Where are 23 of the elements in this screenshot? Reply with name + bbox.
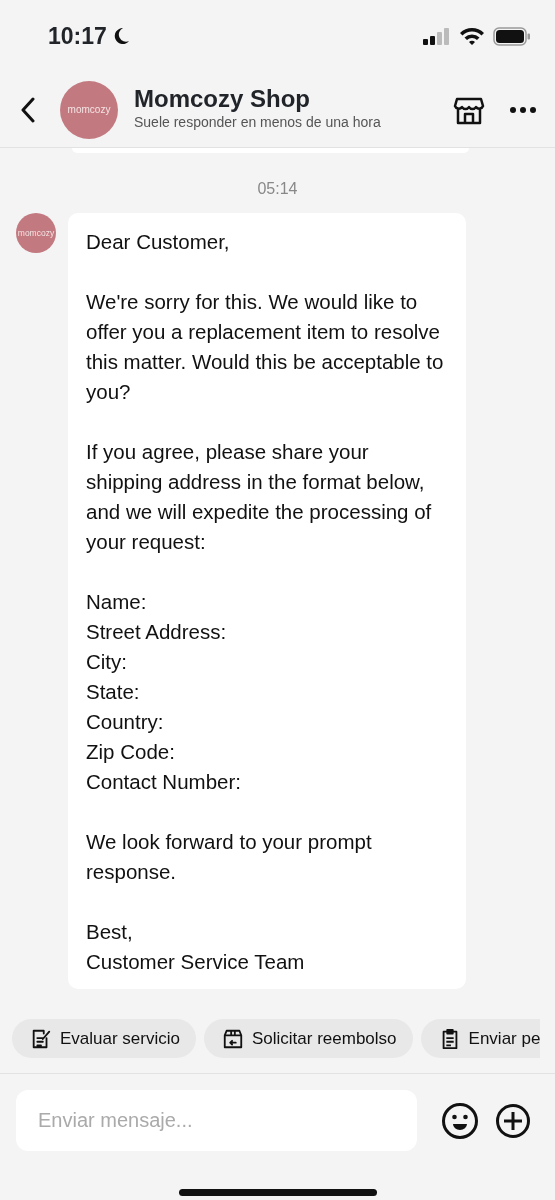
- box-return-icon: [222, 1027, 244, 1050]
- quick-action-chip[interactable]: Evaluar servicio: [12, 1019, 196, 1058]
- message-text: If you agree, please share your shipping address in the format below, and we will expedite the processing of your request:: [86, 439, 433, 555]
- message-text: Dear Customer,: [86, 229, 231, 255]
- message-time: 05:14: [256, 179, 299, 199]
- emoji-icon[interactable]: [441, 1101, 479, 1140]
- more-icon[interactable]: [509, 105, 537, 114]
- message-text: We look forward to your prompt response.: [86, 829, 373, 885]
- message-text: We're sorry for this. We would like to offer you a replacement item to resolve this matter. Would this be acceptable to you?: [86, 289, 445, 405]
- back-button[interactable]: [20, 96, 36, 123]
- edit-note-icon: [30, 1027, 52, 1050]
- quick-action-chip[interactable]: Solicitar reembolso: [204, 1019, 413, 1058]
- wifi-icon: [459, 26, 485, 46]
- battery-icon: [493, 26, 531, 46]
- message-input[interactable]: Enviar mensaje...: [16, 1090, 417, 1151]
- response-time: Suele responder en menos de una hora: [134, 113, 382, 133]
- message-text: Name: Street Address: City: State: Country: Zip Code: Contact Number:: [86, 589, 242, 795]
- status-time: 10:17: [48, 21, 107, 51]
- message-text: Best, Customer Service Team: [86, 919, 306, 975]
- quick-action-chip[interactable]: Enviar pe: [420, 1019, 541, 1058]
- add-icon[interactable]: [495, 1102, 531, 1139]
- signal-icon: [423, 27, 451, 45]
- shop-name: Momcozy Shop: [134, 85, 311, 113]
